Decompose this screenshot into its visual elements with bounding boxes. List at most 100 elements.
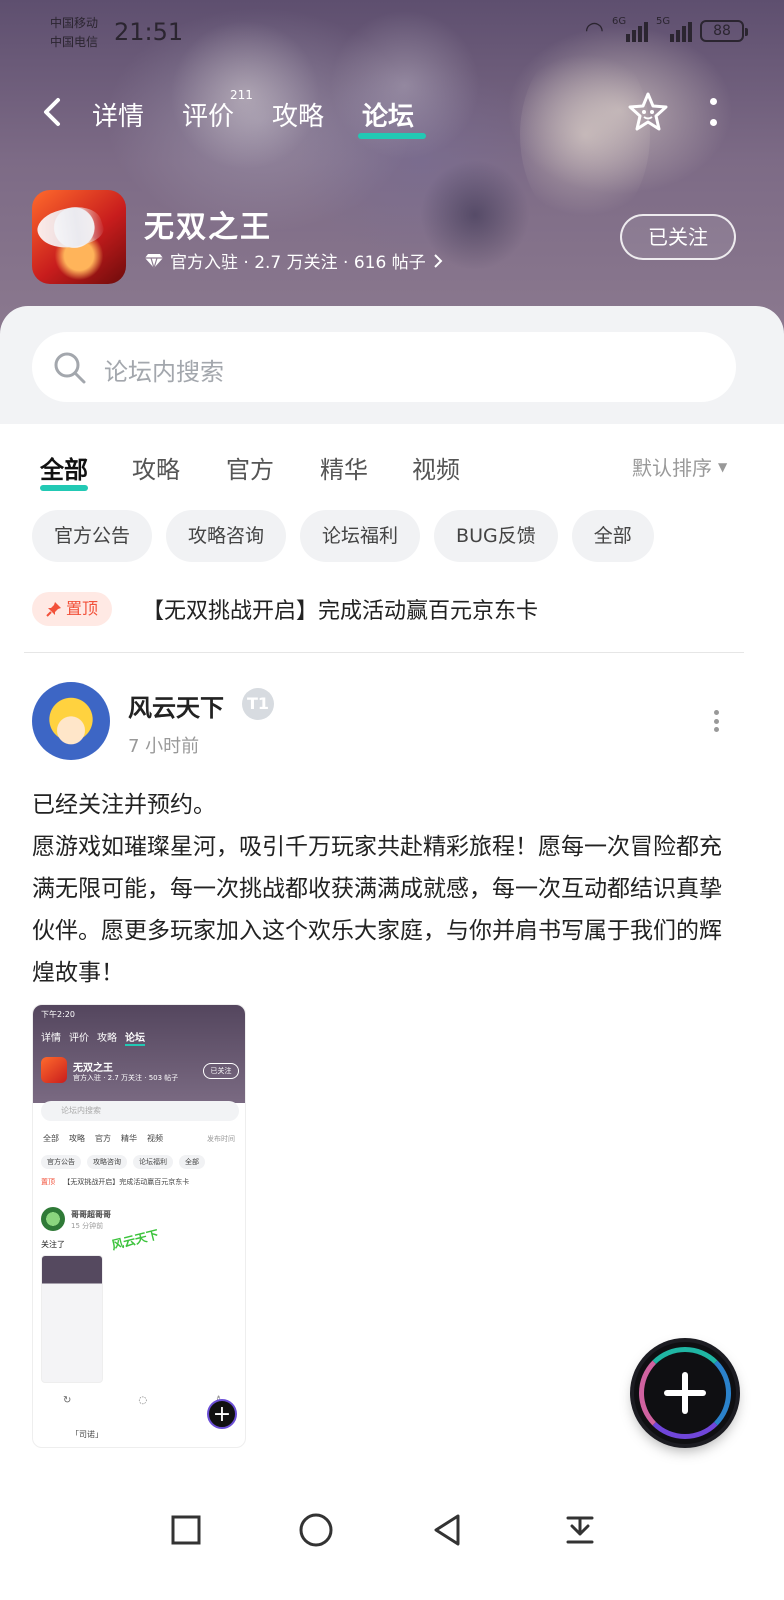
pinned-badge-label: 置顶 — [66, 599, 99, 618]
chip-forum-perks[interactable]: 论坛福利 — [300, 510, 421, 562]
circle-icon — [299, 1513, 333, 1547]
tab-reviews[interactable]: 评价 — [182, 96, 234, 133]
pinned-badge: 置顶 — [32, 592, 113, 626]
post-line: 愿游戏如璀璨星河，吸引千万玩家共赴精彩旅程！愿每一次冒险都充满无限可能，每一次挑… — [32, 834, 722, 986]
image-ftab: 视频 — [147, 1134, 163, 1143]
image-tab: 攻略 — [97, 1033, 117, 1044]
image-sort: 发布时间 — [207, 1135, 235, 1143]
active-filter-indicator — [40, 485, 88, 491]
game-meta-text: 官方入驻 · 2.7 万关注 · 616 帖子 — [170, 253, 426, 273]
divider — [24, 652, 744, 653]
post-more-button[interactable] — [712, 710, 720, 732]
image-ftab: 攻略 — [69, 1134, 85, 1143]
notification-drawer-button[interactable] — [560, 1510, 600, 1550]
image-watermark: 风云天下 — [110, 1227, 161, 1253]
filter-tab-featured[interactable]: 精华 — [320, 450, 368, 485]
image-game-icon — [41, 1057, 67, 1083]
tab-details[interactable]: 详情 — [92, 96, 144, 133]
filter-tab-all-label: 全部 — [40, 456, 88, 484]
more-button[interactable] — [706, 98, 720, 126]
network-type-2: 5G — [656, 16, 671, 27]
share-icon: ↻ — [63, 1395, 72, 1406]
caret-down-icon: ▼ — [718, 459, 728, 474]
image-user-2: 「司诺」 — [71, 1430, 103, 1439]
pinned-title: 【无双挑战开启】完成活动赢百元京东卡 — [142, 599, 539, 624]
chip-all[interactable]: 全部 — [571, 510, 654, 562]
recent-apps-button[interactable] — [166, 1510, 206, 1550]
image-follow: 已关注 — [203, 1063, 239, 1079]
pinned-post[interactable]: 置顶 【无双挑战开启】完成活动赢百元京东卡 — [32, 588, 744, 630]
carrier-2: 中国电信 — [50, 35, 99, 49]
post-author[interactable]: 风云天下 — [128, 688, 224, 723]
image-game-meta: 官方入驻 · 2.7 万关注 · 503 帖子 — [73, 1074, 179, 1082]
carrier-names: 中国移动 中国电信 — [50, 14, 98, 52]
image-plus-icon: + — [207, 1399, 237, 1429]
image-post-text: 关注了 — [41, 1240, 65, 1249]
clock: 21:51 — [114, 18, 184, 46]
search-panel: 论坛内搜索 — [0, 306, 784, 424]
system-icons: ◠ 6G 5G 88 — [584, 16, 748, 43]
category-tabs: 全部 攻略 官方 精华 视频 默认排序 ▼ — [0, 424, 784, 504]
image-header: 下午2:20 详情 评价 攻略 论坛 无双之王 官方入驻 · 2.7 万关注 ·… — [33, 1005, 245, 1103]
image-avatar — [41, 1207, 65, 1231]
filter-tab-videos[interactable]: 视频 — [412, 450, 460, 485]
chip-guide-questions[interactable]: 攻略咨询 — [166, 510, 287, 562]
tab-guides[interactable]: 攻略 — [272, 96, 324, 133]
star-icon — [628, 92, 668, 131]
active-tab-indicator — [358, 133, 426, 139]
wifi-icon: ◠ — [584, 18, 604, 43]
image-ftab: 全部 — [43, 1134, 59, 1143]
search-placeholder: 论坛内搜索 — [104, 358, 224, 386]
game-meta[interactable]: 官方入驻 · 2.7 万关注 · 616 帖子 — [144, 248, 444, 273]
avatar[interactable] — [32, 682, 110, 760]
image-filter-tabs: 全部 攻略 官方 精华 视频 — [43, 1133, 163, 1144]
image-search: 论坛内搜索 — [41, 1101, 239, 1121]
chevron-left-icon — [44, 98, 60, 126]
chevron-right-icon — [434, 253, 443, 268]
pin-icon — [46, 602, 61, 617]
image-ftab: 官方 — [95, 1134, 111, 1143]
game-icon — [32, 190, 126, 284]
home-button[interactable] — [296, 1510, 336, 1550]
filter-tab-guides[interactable]: 攻略 — [132, 450, 180, 485]
image-time-ago: 15 分钟前 — [71, 1222, 104, 1230]
back-button[interactable] — [38, 94, 68, 130]
create-post-button[interactable] — [634, 1342, 736, 1444]
signal-icon: 5G — [656, 16, 692, 42]
follow-button[interactable]: 已关注 — [620, 214, 736, 260]
system-navigation — [0, 1470, 784, 1600]
square-icon — [171, 1515, 201, 1545]
post-body[interactable]: 已经关注并预约。 愿游戏如璀璨星河，吸引千万玩家共赴精彩旅程！愿每一次冒险都充满… — [32, 784, 732, 994]
image-tab: 论坛 — [125, 1029, 145, 1046]
filter-tab-all[interactable]: 全部 — [40, 450, 88, 491]
filter-tab-official[interactable]: 官方 — [226, 450, 274, 485]
search-input[interactable]: 论坛内搜索 — [32, 332, 736, 402]
triangle-left-icon — [434, 1514, 460, 1546]
sort-dropdown[interactable]: 默认排序 ▼ — [632, 452, 727, 481]
carrier-1: 中国移动 — [50, 16, 99, 30]
tab-forum-label: 论坛 — [362, 102, 415, 132]
plus-icon — [682, 1372, 688, 1414]
image-chip: 攻略咨询 — [87, 1155, 127, 1169]
image-tab: 详情 — [41, 1033, 61, 1044]
battery-icon: 88 — [700, 20, 748, 42]
signal-icon: 6G — [612, 16, 648, 42]
image-pinned: 置顶 【无双挑战开启】完成活动赢百元京东卡 — [41, 1177, 189, 1187]
top-nav: 详情 评价 211 攻略 论坛 — [0, 88, 784, 139]
sort-label: 默认排序 — [632, 456, 712, 480]
tab-forum[interactable]: 论坛 — [358, 96, 426, 139]
review-count: 211 — [230, 88, 253, 102]
chip-announcements[interactable]: 官方公告 — [32, 510, 153, 562]
system-back-button[interactable] — [428, 1510, 468, 1550]
comment-icon: ◌ — [138, 1395, 148, 1406]
image-chips: 官方公告 攻略咨询 论坛福利 全部 — [41, 1155, 205, 1169]
favorite-button[interactable] — [626, 90, 670, 134]
image-game-name: 无双之王 — [73, 1063, 113, 1074]
post-image[interactable]: 下午2:20 详情 评价 攻略 论坛 无双之王 官方入驻 · 2.7 万关注 ·… — [32, 1004, 246, 1448]
status-bar: 中国移动 中国电信 21:51 ◠ 6G 5G 88 — [0, 0, 784, 68]
image-pin-tag: 置顶 — [41, 1178, 55, 1186]
chip-bug-report[interactable]: BUG反馈 — [434, 510, 558, 562]
post-line: 已经关注并预约。 — [32, 792, 216, 818]
image-user: 哥哥超哥哥 — [71, 1210, 111, 1219]
image-chip: 论坛福利 — [133, 1155, 173, 1169]
